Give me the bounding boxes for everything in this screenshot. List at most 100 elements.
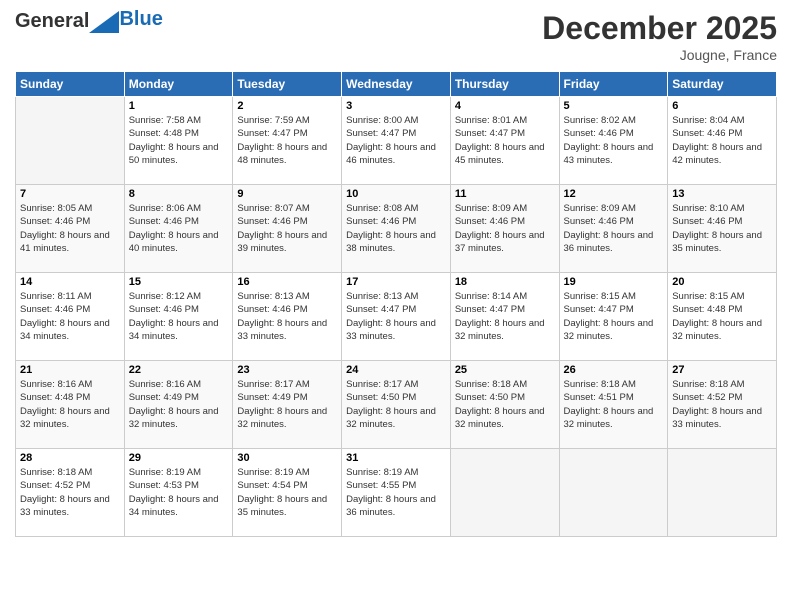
- day-detail: Sunrise: 8:12 AMSunset: 4:46 PMDaylight:…: [129, 290, 229, 343]
- day-number: 31: [346, 452, 446, 464]
- day-number: 21: [20, 364, 120, 376]
- day-cell: 9Sunrise: 8:07 AMSunset: 4:46 PMDaylight…: [233, 185, 342, 273]
- week-row-4: 21 Sunrise: 8:16 AMSunset: 4:48 PMDayligh…: [16, 361, 777, 449]
- day-cell: 7 Sunrise: 8:05 AMSunset: 4:46 PMDaylight…: [16, 185, 125, 273]
- day-detail: Sunrise: 8:13 AMSunset: 4:47 PMDaylight:…: [346, 290, 446, 343]
- location: Jougne, France: [542, 47, 777, 63]
- day-cell: [450, 449, 559, 537]
- day-cell: 5 Sunrise: 8:02 AMSunset: 4:46 PMDaylight…: [559, 97, 668, 185]
- day-number: 22: [129, 364, 229, 376]
- page-header: General Blue December 2025 Jougne, Franc…: [15, 10, 777, 63]
- day-detail: Sunrise: 8:19 AMSunset: 4:55 PMDaylight:…: [346, 466, 446, 519]
- day-cell: 2 Sunrise: 7:59 AMSunset: 4:47 PMDaylight…: [233, 97, 342, 185]
- day-number: 27: [672, 364, 772, 376]
- day-detail: Sunrise: 8:11 AMSunset: 4:46 PMDaylight:…: [20, 290, 120, 343]
- day-number: 13: [672, 188, 772, 200]
- col-header-tuesday: Tuesday: [233, 72, 342, 97]
- day-detail: Sunrise: 8:00 AMSunset: 4:47 PMDaylight:…: [346, 114, 446, 167]
- day-cell: 12 Sunrise: 8:09 AMSunset: 4:46 PMDayligh…: [559, 185, 668, 273]
- day-detail: Sunrise: 8:13 AMSunset: 4:46 PMDaylight:…: [237, 290, 337, 343]
- day-cell: 19 Sunrise: 8:15 AMSunset: 4:47 PMDayligh…: [559, 273, 668, 361]
- day-detail: Sunrise: 8:19 AMSunset: 4:54 PMDaylight:…: [237, 466, 337, 519]
- day-number: 2: [237, 100, 337, 112]
- day-cell: [559, 449, 668, 537]
- day-number: 20: [672, 276, 772, 288]
- day-cell: 22 Sunrise: 8:16 AMSunset: 4:49 PMDayligh…: [124, 361, 233, 449]
- day-cell: 28 Sunrise: 8:18 AMSunset: 4:52 PMDayligh…: [16, 449, 125, 537]
- day-detail: Sunrise: 7:59 AMSunset: 4:47 PMDaylight:…: [237, 114, 337, 167]
- day-cell: 1Sunrise: 7:58 AMSunset: 4:48 PMDaylight…: [124, 97, 233, 185]
- calendar-page: General Blue December 2025 Jougne, Franc…: [0, 0, 792, 612]
- day-number: 16: [237, 276, 337, 288]
- day-number: 30: [237, 452, 337, 464]
- day-cell: 30 Sunrise: 8:19 AMSunset: 4:54 PMDayligh…: [233, 449, 342, 537]
- day-number: 10: [346, 188, 446, 200]
- day-detail: Sunrise: 8:01 AMSunset: 4:47 PMDaylight:…: [455, 114, 555, 167]
- day-cell: 26 Sunrise: 8:18 AMSunset: 4:51 PMDayligh…: [559, 361, 668, 449]
- month-title: December 2025: [542, 10, 777, 47]
- day-detail: Sunrise: 8:18 AMSunset: 4:52 PMDaylight:…: [20, 466, 120, 519]
- day-cell: 3 Sunrise: 8:00 AMSunset: 4:47 PMDaylight…: [342, 97, 451, 185]
- day-cell: [16, 97, 125, 185]
- day-detail: Sunrise: 8:15 AMSunset: 4:47 PMDaylight:…: [564, 290, 664, 343]
- day-number: 5: [564, 100, 664, 112]
- day-number: 12: [564, 188, 664, 200]
- day-number: 8: [129, 188, 229, 200]
- day-cell: 15 Sunrise: 8:12 AMSunset: 4:46 PMDayligh…: [124, 273, 233, 361]
- day-cell: 20Sunrise: 8:15 AMSunset: 4:48 PMDayligh…: [668, 273, 777, 361]
- day-detail: Sunrise: 8:05 AMSunset: 4:46 PMDaylight:…: [20, 202, 120, 255]
- day-detail: Sunrise: 8:08 AMSunset: 4:46 PMDaylight:…: [346, 202, 446, 255]
- day-cell: 14 Sunrise: 8:11 AMSunset: 4:46 PMDayligh…: [16, 273, 125, 361]
- day-number: 1: [129, 100, 229, 112]
- day-number: 3: [346, 100, 446, 112]
- col-header-sunday: Sunday: [16, 72, 125, 97]
- day-number: 28: [20, 452, 120, 464]
- week-row-5: 28 Sunrise: 8:18 AMSunset: 4:52 PMDayligh…: [16, 449, 777, 537]
- day-detail: Sunrise: 8:16 AMSunset: 4:48 PMDaylight:…: [20, 378, 120, 431]
- week-row-1: 1Sunrise: 7:58 AMSunset: 4:48 PMDaylight…: [16, 97, 777, 185]
- day-cell: 11Sunrise: 8:09 AMSunset: 4:46 PMDayligh…: [450, 185, 559, 273]
- day-cell: 4 Sunrise: 8:01 AMSunset: 4:47 PMDaylight…: [450, 97, 559, 185]
- day-number: 15: [129, 276, 229, 288]
- day-detail: Sunrise: 8:17 AMSunset: 4:49 PMDaylight:…: [237, 378, 337, 431]
- day-number: 14: [20, 276, 120, 288]
- day-cell: 13Sunrise: 8:10 AMSunset: 4:46 PMDayligh…: [668, 185, 777, 273]
- day-detail: Sunrise: 8:09 AMSunset: 4:46 PMDaylight:…: [564, 202, 664, 255]
- day-detail: Sunrise: 8:04 AMSunset: 4:46 PMDaylight:…: [672, 114, 772, 167]
- day-cell: 25Sunrise: 8:18 AMSunset: 4:50 PMDayligh…: [450, 361, 559, 449]
- day-cell: 18 Sunrise: 8:14 AMSunset: 4:47 PMDayligh…: [450, 273, 559, 361]
- day-number: 17: [346, 276, 446, 288]
- day-number: 19: [564, 276, 664, 288]
- day-detail: Sunrise: 8:18 AMSunset: 4:51 PMDaylight:…: [564, 378, 664, 431]
- day-cell: [668, 449, 777, 537]
- day-detail: Sunrise: 8:14 AMSunset: 4:47 PMDaylight:…: [455, 290, 555, 343]
- col-header-friday: Friday: [559, 72, 668, 97]
- logo-icon: [89, 11, 119, 33]
- col-header-thursday: Thursday: [450, 72, 559, 97]
- day-number: 29: [129, 452, 229, 464]
- col-header-saturday: Saturday: [668, 72, 777, 97]
- day-number: 26: [564, 364, 664, 376]
- day-detail: Sunrise: 8:16 AMSunset: 4:49 PMDaylight:…: [129, 378, 229, 431]
- logo-blue: Blue: [119, 8, 162, 31]
- day-number: 7: [20, 188, 120, 200]
- day-cell: 27Sunrise: 8:18 AMSunset: 4:52 PMDayligh…: [668, 361, 777, 449]
- day-cell: 6 Sunrise: 8:04 AMSunset: 4:46 PMDaylight…: [668, 97, 777, 185]
- day-cell: 10 Sunrise: 8:08 AMSunset: 4:46 PMDayligh…: [342, 185, 451, 273]
- day-number: 4: [455, 100, 555, 112]
- day-detail: Sunrise: 8:19 AMSunset: 4:53 PMDaylight:…: [129, 466, 229, 519]
- title-block: December 2025 Jougne, France: [542, 10, 777, 63]
- logo: General Blue: [15, 10, 163, 33]
- day-number: 18: [455, 276, 555, 288]
- calendar-table: SundayMondayTuesdayWednesdayThursdayFrid…: [15, 71, 777, 537]
- day-number: 24: [346, 364, 446, 376]
- day-cell: 31 Sunrise: 8:19 AMSunset: 4:55 PMDayligh…: [342, 449, 451, 537]
- week-row-2: 7 Sunrise: 8:05 AMSunset: 4:46 PMDaylight…: [16, 185, 777, 273]
- day-number: 6: [672, 100, 772, 112]
- day-detail: Sunrise: 8:02 AMSunset: 4:46 PMDaylight:…: [564, 114, 664, 167]
- col-header-monday: Monday: [124, 72, 233, 97]
- header-row: SundayMondayTuesdayWednesdayThursdayFrid…: [16, 72, 777, 97]
- day-detail: Sunrise: 8:06 AMSunset: 4:46 PMDaylight:…: [129, 202, 229, 255]
- day-detail: Sunrise: 8:09 AMSunset: 4:46 PMDaylight:…: [455, 202, 555, 255]
- day-cell: 16 Sunrise: 8:13 AMSunset: 4:46 PMDayligh…: [233, 273, 342, 361]
